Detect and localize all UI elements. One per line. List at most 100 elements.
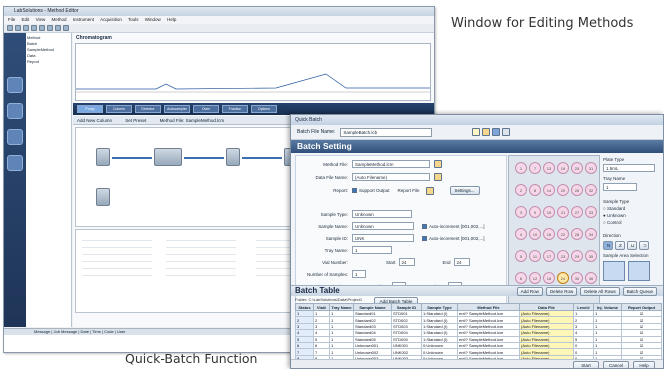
tray-well[interactable]: 2 — [515, 184, 527, 196]
set-preset-button[interactable]: Set Preset — [125, 118, 146, 123]
assistant-item-icon[interactable] — [7, 155, 23, 171]
batch-queue-button[interactable]: Batch Queue — [622, 287, 657, 296]
assistant-item-icon[interactable] — [7, 129, 23, 145]
direction-n-icon[interactable]: N — [603, 241, 613, 250]
sample-name-input[interactable]: Unknown — [352, 222, 414, 230]
column-header[interactable]: Status — [295, 303, 314, 311]
delete-all-rows-button[interactable]: Delete All Rows — [580, 287, 620, 296]
tray-select[interactable]: 1 — [603, 183, 637, 191]
tray-well[interactable]: 33 — [585, 206, 597, 218]
tab-pump[interactable]: Pump — [77, 105, 103, 113]
bottle-icon[interactable] — [96, 188, 110, 206]
menu-help[interactable]: Help — [167, 17, 176, 22]
radio-control[interactable]: ○ Control — [603, 220, 621, 225]
browse-folder-icon[interactable] — [425, 186, 434, 195]
tray-well[interactable]: 24 — [557, 272, 569, 284]
tray-well[interactable]: 27 — [571, 206, 583, 218]
browse-folder-icon[interactable] — [434, 173, 442, 181]
menu-window[interactable]: Window — [145, 17, 161, 22]
column-header[interactable]: Report Output — [621, 303, 662, 311]
tray-well[interactable]: 13 — [543, 162, 555, 174]
direction-u-icon[interactable]: ⊔ — [627, 241, 637, 250]
save-icon[interactable] — [23, 25, 29, 31]
tray-well[interactable]: 10 — [529, 228, 541, 240]
save-icon[interactable] — [492, 128, 501, 136]
start-vial-input[interactable]: 24 — [398, 258, 415, 266]
tray-well[interactable]: 18 — [543, 272, 555, 284]
tray-well[interactable]: 31 — [585, 162, 597, 174]
radio-standard[interactable]: ○ Standard — [603, 206, 625, 211]
sample-type-select[interactable]: Unknown — [352, 210, 412, 218]
tab-detector[interactable]: Detector — [135, 105, 161, 113]
start-button[interactable]: Start — [573, 361, 599, 368]
column-header[interactable]: Tray Name — [329, 303, 354, 311]
assistant-item-icon[interactable] — [7, 77, 23, 93]
tray-well[interactable]: 23 — [557, 250, 569, 262]
menu-tools[interactable]: Tools — [128, 17, 139, 22]
new-icon[interactable] — [7, 25, 13, 31]
num-samples-input[interactable]: 1 — [352, 270, 366, 278]
add-column-button[interactable]: Add New Column — [77, 118, 112, 123]
column-header[interactable]: Data File — [519, 303, 574, 311]
open-folder-icon[interactable] — [482, 128, 491, 136]
column-header[interactable]: Method File — [457, 303, 520, 311]
tray-well[interactable]: 1 — [515, 162, 527, 174]
tray-well[interactable]: 25 — [571, 162, 583, 174]
tray-well[interactable]: 29 — [571, 250, 583, 262]
tray-well[interactable]: 21 — [557, 206, 569, 218]
column-header[interactable]: Sample Name — [353, 303, 392, 311]
tray-name-select[interactable]: 1 — [352, 246, 392, 254]
menu-acquisition[interactable]: Acquisition — [100, 17, 122, 22]
tray-well[interactable]: 20 — [557, 184, 569, 196]
tab-autosampler[interactable]: Autosampler — [164, 105, 190, 113]
area-select-icon[interactable] — [603, 261, 625, 281]
cancel-button[interactable]: Cancel — [603, 361, 629, 368]
tray-well[interactable]: 6 — [515, 272, 527, 284]
settings-icon[interactable] — [63, 25, 69, 31]
browse-folder-icon[interactable] — [434, 160, 442, 168]
tray-well[interactable]: 11 — [529, 250, 541, 262]
tray-well[interactable]: 34 — [585, 228, 597, 240]
support-output-checkbox[interactable] — [352, 188, 357, 193]
bottle-icon[interactable] — [96, 148, 110, 166]
data-file-input[interactable]: (Auto Filename) — [352, 173, 430, 181]
menu-file[interactable]: File — [8, 17, 15, 22]
tray-well[interactable]: 22 — [557, 228, 569, 240]
print-icon[interactable] — [31, 25, 37, 31]
column-header[interactable]: Vial# — [313, 303, 330, 311]
tray-well[interactable]: 5 — [515, 250, 527, 262]
assistant-item-icon[interactable] — [7, 103, 23, 119]
tray-well[interactable]: 26 — [571, 184, 583, 196]
tab-oven[interactable]: Oven — [193, 105, 219, 113]
column-header[interactable]: Sample Type — [421, 303, 458, 311]
tray-well[interactable]: 14 — [543, 184, 555, 196]
zoom-icon[interactable] — [55, 25, 61, 31]
menu-instrument[interactable]: Instrument — [73, 17, 94, 22]
column-header[interactable]: Inj. Volume — [593, 303, 622, 311]
tray-well[interactable]: 35 — [585, 250, 597, 262]
tray-well[interactable]: 15 — [543, 206, 555, 218]
tray-well[interactable]: 17 — [543, 250, 555, 262]
sample-id-input[interactable]: UNK — [352, 234, 414, 242]
open-icon[interactable] — [15, 25, 21, 31]
menu-method[interactable]: Method — [52, 17, 67, 22]
auto-increment-id-checkbox[interactable] — [422, 235, 427, 241]
tray-well[interactable]: 16 — [543, 228, 555, 240]
tray-well[interactable]: 8 — [529, 184, 541, 196]
menu-view[interactable]: View — [36, 17, 46, 22]
area-select-icon[interactable] — [628, 261, 650, 281]
direction-s-icon[interactable]: ⊃ — [639, 241, 649, 250]
column-header[interactable]: Level# — [573, 303, 594, 311]
pump-icon[interactable] — [154, 148, 182, 166]
settings-button[interactable]: Settings... — [449, 186, 480, 195]
tray-well[interactable]: 4 — [515, 228, 527, 240]
method-file-input[interactable]: SampleMethod.lcm — [352, 160, 430, 168]
menu-edit[interactable]: Edit — [22, 17, 30, 22]
redo-icon[interactable] — [47, 25, 53, 31]
autosampler-icon[interactable] — [226, 148, 240, 166]
auto-increment-name-checkbox[interactable] — [422, 223, 427, 229]
column-header[interactable]: Sample ID — [391, 303, 422, 311]
tab-fraction[interactable]: Fraction — [222, 105, 248, 113]
tray-well[interactable]: 36 — [585, 272, 597, 284]
tray-well[interactable]: 28 — [571, 228, 583, 240]
